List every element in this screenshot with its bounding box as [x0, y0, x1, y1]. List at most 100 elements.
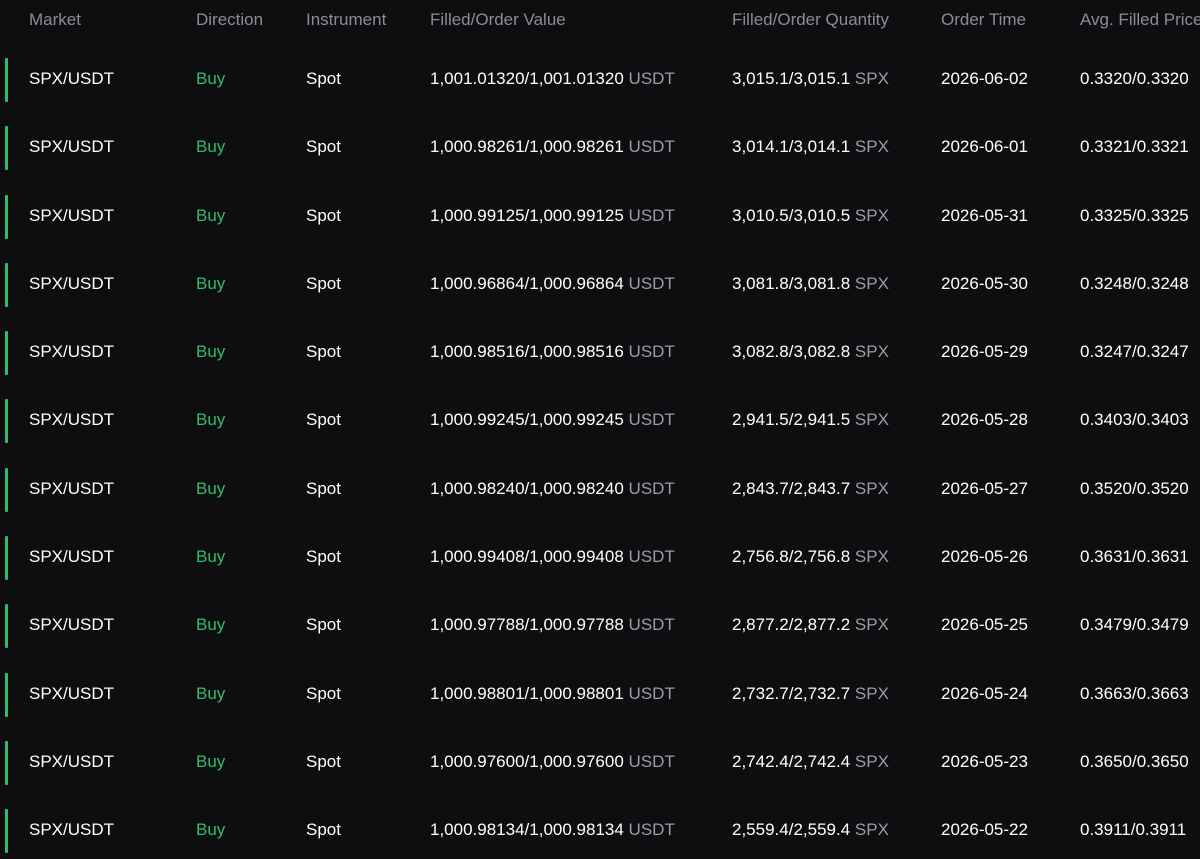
filled-order-value-cell: 1,000.99408/1,000.99408 USDT — [430, 546, 675, 568]
instrument-cell: Spot — [306, 478, 341, 498]
value-unit: USDT — [628, 410, 675, 430]
value-amount: 1,000.97788/1,000.97788 — [430, 615, 624, 635]
quantity-amount: 3,015.1/3,015.1 — [732, 69, 851, 88]
order-time-cell: 2026-05-25 — [941, 615, 1028, 635]
column-header-direction[interactable]: Direction — [196, 10, 263, 30]
avg-filled-price-cell: 0.3911/0.3911 — [1080, 820, 1187, 840]
instrument-cell: Spot — [306, 410, 341, 430]
table-row[interactable]: SPX/USDT Buy Spot 1,000.98801/1,000.9880… — [0, 661, 1200, 729]
instrument-cell: Spot — [306, 615, 341, 635]
quantity-unit: SPX — [854, 410, 889, 430]
column-header-order-time[interactable]: Order Time — [941, 10, 1026, 30]
market-cell: SPX/USDT — [29, 273, 115, 293]
table-row[interactable]: SPX/USDT Buy Spot 1,000.98134/1,000.9813… — [0, 797, 1200, 859]
table-row[interactable]: SPX/USDT Buy Spot 1,000.98240/1,000.9824… — [0, 456, 1200, 524]
order-time-cell: 2026-05-22 — [941, 820, 1028, 840]
direction-cell: Buy — [196, 478, 226, 498]
direction-cell: Buy — [196, 410, 226, 430]
value-amount: 1,000.97600/1,000.97600 — [430, 751, 624, 771]
avg-filled-price-cell: 0.3650/0.3650 — [1080, 751, 1189, 771]
row-status-marker — [5, 262, 8, 307]
value-amount: 1,000.99408/1,000.99408 — [430, 547, 624, 567]
avg-filled-price-cell: 0.3479/0.3479 — [1080, 615, 1189, 635]
order-time-cell: 2026-05-31 — [941, 205, 1028, 225]
row-status-marker — [5, 399, 8, 444]
table-row[interactable]: SPX/USDT Buy Spot 1,000.99125/1,000.9912… — [0, 183, 1200, 251]
filled-order-value-cell: 1,000.98801/1,000.98801 USDT — [430, 683, 675, 705]
value-amount: 1,000.96864/1,000.96864 — [430, 273, 624, 293]
value-amount: 1,000.98240/1,000.98240 — [430, 478, 624, 498]
filled-order-quantity-cell: 2,756.8/2,756.8 SPX — [732, 546, 889, 568]
table-row[interactable]: SPX/USDT Buy Spot 1,000.99408/1,000.9940… — [0, 524, 1200, 592]
table-row[interactable]: SPX/USDT Buy Spot 1,000.97600/1,000.9760… — [0, 729, 1200, 797]
column-header-market[interactable]: Market — [29, 10, 81, 30]
row-status-marker — [5, 672, 8, 717]
quantity-unit: SPX — [854, 547, 889, 567]
filled-order-value-cell: 1,000.97600/1,000.97600 USDT — [430, 751, 675, 773]
instrument-cell: Spot — [306, 751, 341, 771]
row-status-marker — [5, 536, 8, 581]
market-cell: SPX/USDT — [29, 342, 115, 362]
filled-order-value-cell: 1,000.99125/1,000.99125 USDT — [430, 205, 675, 227]
filled-order-quantity-cell: 3,015.1/3,015.1 SPX — [732, 68, 889, 90]
market-cell: SPX/USDT — [29, 683, 115, 703]
table-row[interactable]: SPX/USDT Buy Spot 1,000.97788/1,000.9778… — [0, 592, 1200, 660]
direction-cell: Buy — [196, 205, 226, 225]
value-unit: USDT — [628, 683, 675, 703]
order-time-cell: 2026-05-30 — [941, 273, 1028, 293]
column-header-avg-filled-price[interactable]: Avg. Filled Price — [1080, 10, 1200, 30]
order-time-cell: 2026-05-27 — [941, 478, 1028, 498]
direction-cell: Buy — [196, 683, 226, 703]
avg-filled-price-cell: 0.3247/0.3247 — [1080, 342, 1189, 362]
value-unit: USDT — [628, 615, 675, 635]
value-unit: USDT — [628, 273, 675, 293]
direction-cell: Buy — [196, 820, 226, 840]
quantity-unit: SPX — [854, 478, 889, 498]
quantity-amount: 2,843.7/2,843.7 — [732, 478, 851, 498]
avg-filled-price-cell: 0.3520/0.3520 — [1080, 478, 1189, 498]
row-status-marker — [5, 604, 8, 649]
quantity-amount: 2,742.4/2,742.4 — [732, 751, 851, 771]
table-body: SPX/USDT Buy Spot 1,001.01320/1,001.0132… — [0, 46, 1200, 859]
quantity-unit: SPX — [854, 751, 889, 771]
filled-order-quantity-cell: 3,014.1/3,014.1 SPX — [732, 136, 889, 158]
direction-cell: Buy — [196, 547, 226, 567]
direction-cell: Buy — [196, 69, 226, 88]
row-status-marker — [5, 126, 8, 171]
column-header-filled-order-value[interactable]: Filled/Order Value — [430, 10, 566, 30]
table-row[interactable]: SPX/USDT Buy Spot 1,000.98261/1,000.9826… — [0, 114, 1200, 182]
filled-order-quantity-cell: 3,010.5/3,010.5 SPX — [732, 205, 889, 227]
instrument-cell: Spot — [306, 137, 341, 157]
filled-order-quantity-cell: 2,559.4/2,559.4 SPX — [732, 819, 889, 841]
value-amount: 1,001.01320/1,001.01320 — [430, 69, 624, 88]
column-header-filled-order-quantity[interactable]: Filled/Order Quantity — [732, 10, 889, 30]
column-header-instrument[interactable]: Instrument — [306, 10, 386, 30]
market-cell: SPX/USDT — [29, 547, 115, 567]
quantity-amount: 3,081.8/3,081.8 — [732, 273, 851, 293]
order-history-table: Market Direction Instrument Filled/Order… — [0, 0, 1200, 859]
order-time-cell: 2026-05-24 — [941, 683, 1028, 703]
filled-order-value-cell: 1,000.98134/1,000.98134 USDT — [430, 819, 675, 841]
avg-filled-price-cell: 0.3325/0.3325 — [1080, 205, 1189, 225]
filled-order-value-cell: 1,000.98240/1,000.98240 USDT — [430, 478, 675, 500]
table-row[interactable]: SPX/USDT Buy Spot 1,000.98516/1,000.9851… — [0, 319, 1200, 387]
row-status-marker — [5, 740, 8, 785]
table-row[interactable]: SPX/USDT Buy Spot 1,000.99245/1,000.9924… — [0, 387, 1200, 455]
market-cell: SPX/USDT — [29, 615, 115, 635]
quantity-amount: 2,732.7/2,732.7 — [732, 683, 851, 703]
quantity-amount: 3,010.5/3,010.5 — [732, 205, 851, 225]
value-amount: 1,000.98134/1,000.98134 — [430, 820, 624, 840]
market-cell: SPX/USDT — [29, 820, 115, 840]
avg-filled-price-cell: 0.3321/0.3321 — [1080, 137, 1189, 157]
table-row[interactable]: SPX/USDT Buy Spot 1,001.01320/1,001.0132… — [0, 46, 1200, 114]
market-cell: SPX/USDT — [29, 137, 115, 157]
filled-order-quantity-cell: 3,081.8/3,081.8 SPX — [732, 273, 889, 295]
filled-order-quantity-cell: 2,941.5/2,941.5 SPX — [732, 409, 889, 431]
filled-order-value-cell: 1,001.01320/1,001.01320 USDT — [430, 68, 675, 90]
quantity-amount: 2,559.4/2,559.4 — [732, 820, 851, 840]
instrument-cell: Spot — [306, 342, 341, 362]
direction-cell: Buy — [196, 273, 226, 293]
table-row[interactable]: SPX/USDT Buy Spot 1,000.96864/1,000.9686… — [0, 251, 1200, 319]
value-unit: USDT — [628, 478, 675, 498]
avg-filled-price-cell: 0.3320/0.3320 — [1080, 69, 1189, 88]
